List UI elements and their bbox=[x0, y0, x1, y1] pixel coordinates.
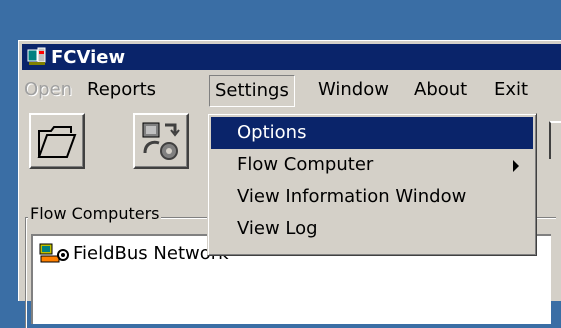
menu-item-flow-computer[interactable]: Flow Computer bbox=[211, 149, 533, 181]
fieldbus-network-icon bbox=[39, 243, 69, 263]
flow-computer-tool-icon bbox=[142, 122, 180, 160]
tree-item-fieldbus-network[interactable]: FieldBus Network bbox=[39, 242, 229, 264]
fcview-app-icon bbox=[27, 47, 46, 65]
menu-item-label: View Log bbox=[237, 218, 318, 239]
menu-item-label: Flow Computer bbox=[237, 154, 374, 175]
menu-item-label: View Information Window bbox=[237, 186, 467, 207]
toolbar-button-partial[interactable] bbox=[549, 121, 561, 159]
menu-item-view-information-window[interactable]: View Information Window bbox=[211, 181, 533, 213]
menu-item-label: Options bbox=[237, 122, 307, 143]
menu-window[interactable]: Window bbox=[313, 78, 394, 102]
settings-dropdown-menu: Options Flow Computer View Information W… bbox=[207, 113, 537, 256]
submenu-arrow-icon bbox=[513, 160, 519, 172]
window-title: FCView bbox=[51, 46, 126, 68]
menu-item-view-log[interactable]: View Log bbox=[211, 213, 533, 245]
menu-open[interactable]: Open bbox=[19, 78, 77, 102]
open-toolbar-button[interactable] bbox=[29, 113, 85, 169]
tree-item-label: FieldBus Network bbox=[73, 242, 229, 264]
menu-bar: Open Reports Settings Window About Exit bbox=[19, 74, 561, 108]
menu-exit[interactable]: Exit bbox=[489, 78, 533, 102]
menu-settings[interactable]: Settings bbox=[209, 75, 295, 107]
flow-computer-toolbar-button[interactable] bbox=[133, 113, 189, 169]
menu-reports[interactable]: Reports bbox=[82, 78, 161, 102]
menu-about[interactable]: About bbox=[409, 78, 472, 102]
flow-computers-group-label: Flow Computers bbox=[28, 203, 162, 225]
title-bar[interactable]: FCView bbox=[22, 44, 561, 70]
open-folder-icon bbox=[37, 126, 77, 158]
menu-item-options[interactable]: Options bbox=[211, 117, 533, 149]
